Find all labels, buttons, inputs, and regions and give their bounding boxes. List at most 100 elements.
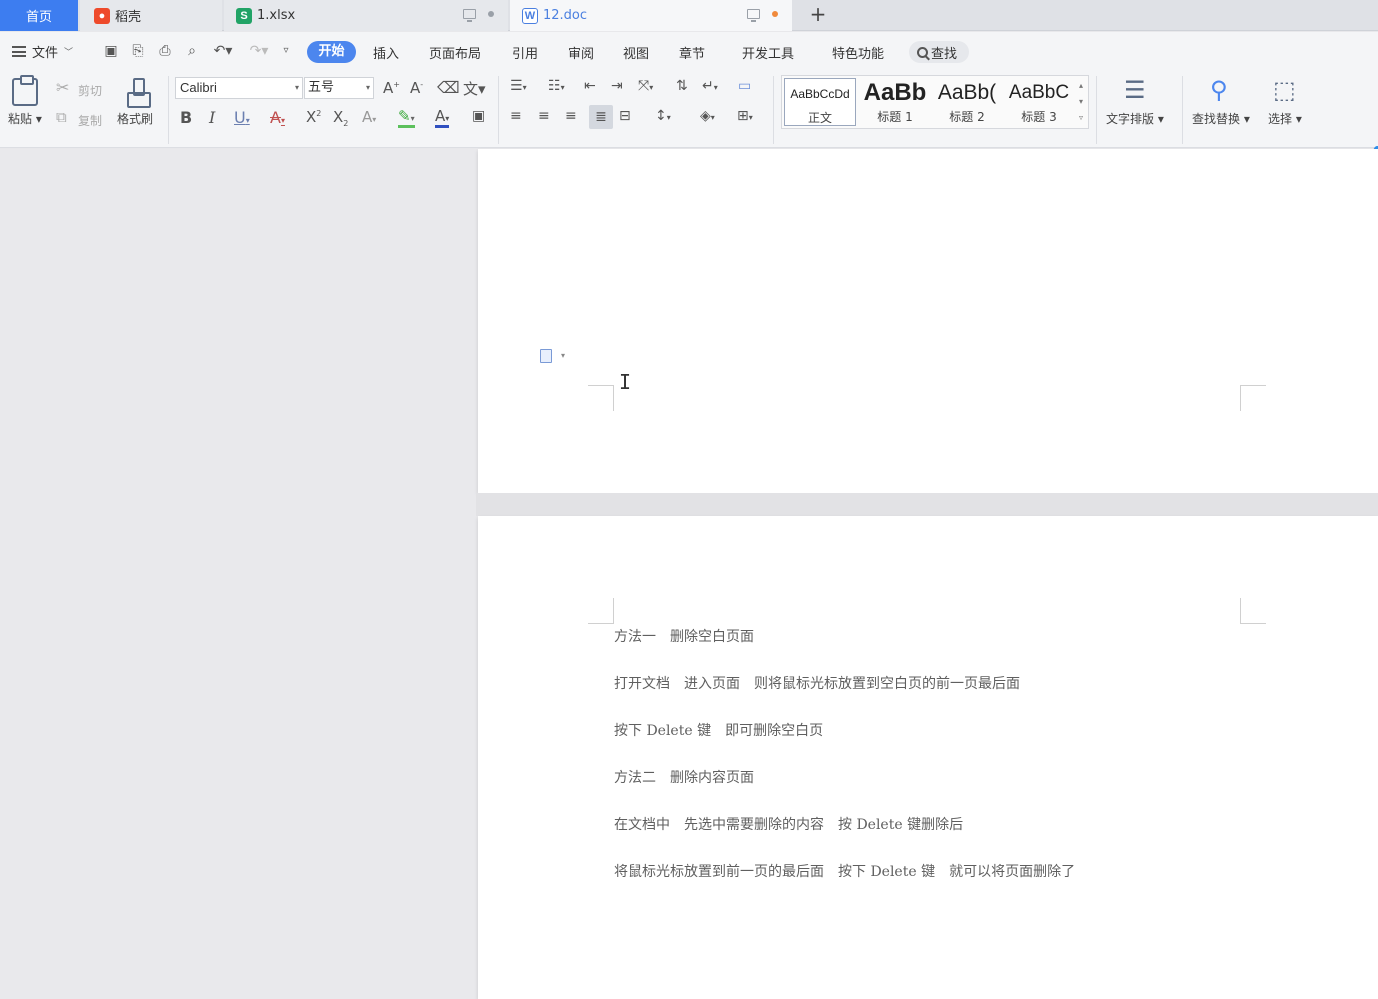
- navigation-pane: [0, 149, 476, 999]
- clear-format-icon[interactable]: ⌫: [437, 78, 460, 97]
- text-layout-icon[interactable]: ☰: [1124, 76, 1146, 104]
- divider: [168, 76, 169, 144]
- tab-special-features[interactable]: 特色功能: [832, 43, 884, 62]
- grow-font-icon[interactable]: A+: [383, 79, 400, 97]
- paragraph-layout-icon[interactable]: [540, 349, 552, 363]
- tab-spreadsheet[interactable]: S 1.xlsx: [224, 0, 508, 31]
- format-painter-icon[interactable]: [127, 78, 151, 108]
- shading-icon[interactable]: ◈▾: [700, 108, 715, 124]
- unsaved-dot-icon[interactable]: [772, 11, 778, 17]
- document-paragraph[interactable]: 方法一 删除空白页面: [614, 626, 754, 646]
- char-border-icon[interactable]: ▣: [472, 108, 485, 124]
- style-heading-1[interactable]: AaBb 标题 1: [860, 78, 930, 126]
- paste-button[interactable]: 粘贴 ▾: [8, 110, 42, 127]
- bold-icon[interactable]: B: [180, 108, 192, 127]
- underline-icon[interactable]: U▾: [234, 108, 250, 127]
- cut-icon[interactable]: ✂: [56, 78, 69, 97]
- select-button[interactable]: 选择 ▾: [1268, 110, 1302, 127]
- paragraph-marks-icon[interactable]: ↵▾: [702, 78, 718, 94]
- tab-status-dot-icon[interactable]: [488, 11, 494, 17]
- margin-corner-mark: [1240, 385, 1266, 411]
- text-layout-button[interactable]: 文字排版 ▾: [1106, 110, 1164, 127]
- distributed-icon[interactable]: ⊟: [619, 108, 631, 124]
- search-button[interactable]: 查找: [909, 41, 969, 63]
- style-normal[interactable]: AaBbCcDd 正文: [784, 78, 856, 126]
- document-paragraph[interactable]: 打开文档 进入页面 则将鼠标光标放置到空白页的前一页最后面: [614, 673, 1020, 693]
- customize-toolbar-icon[interactable]: ▿: [278, 43, 294, 59]
- tab-page-layout[interactable]: 页面布局: [429, 43, 481, 62]
- tab-chapter[interactable]: 章节: [679, 43, 705, 62]
- strikethrough-icon[interactable]: A▾: [270, 108, 285, 127]
- text-effect-icon[interactable]: A▾: [362, 108, 376, 126]
- find-replace-icon[interactable]: ⚲: [1210, 76, 1228, 104]
- chinese-layout-icon[interactable]: ⤧▾: [638, 78, 653, 94]
- bullet-list-icon[interactable]: ☰▾: [510, 78, 527, 94]
- format-painter-button[interactable]: 格式刷: [117, 110, 153, 127]
- cut-button[interactable]: 剪切: [78, 82, 102, 99]
- numbered-list-icon[interactable]: ☷▾: [548, 78, 565, 94]
- style-heading-2[interactable]: AaBb( 标题 2: [932, 78, 1002, 126]
- select-icon[interactable]: ⬚: [1273, 76, 1296, 104]
- search-label: 查找: [931, 46, 958, 62]
- style-normal-label: 正文: [807, 111, 832, 125]
- tab-developer[interactable]: 开发工具: [742, 43, 794, 62]
- document-page[interactable]: ▾ I: [478, 149, 1378, 493]
- italic-icon[interactable]: I: [209, 108, 215, 127]
- document-paragraph[interactable]: 在文档中 先选中需要删除的内容 按 Delete 键删除后: [614, 814, 963, 834]
- divider: [773, 76, 774, 144]
- tab-daoke[interactable]: ● 稻壳: [80, 0, 222, 31]
- document-paragraph[interactable]: 按下 Delete 键 即可删除空白页: [614, 720, 823, 740]
- document-page[interactable]: 方法一 删除空白页面 打开文档 进入页面 则将鼠标光标放置到空白页的前一页最后面…: [478, 516, 1378, 999]
- export-pdf-icon[interactable]: ⎘: [130, 43, 146, 59]
- tab-insert[interactable]: 插入: [373, 43, 399, 62]
- document-paragraph[interactable]: 方法二 删除内容页面: [614, 767, 754, 787]
- undo-icon[interactable]: ↶▾: [212, 43, 234, 59]
- increase-indent-icon[interactable]: ⇥: [611, 78, 623, 94]
- find-replace-button[interactable]: 查找替换 ▾: [1192, 110, 1250, 127]
- document-paragraph[interactable]: 将鼠标光标放置到前一页的最后面 按下 Delete 键 就可以将页面删除了: [614, 861, 1075, 881]
- page-gap: [476, 493, 1378, 516]
- save-icon[interactable]: ▣: [103, 43, 119, 59]
- tab-view[interactable]: 视图: [623, 43, 649, 62]
- file-menu-button[interactable]: 文件 ﹀: [12, 42, 73, 61]
- align-left-icon[interactable]: ≡: [510, 108, 522, 124]
- tab-home[interactable]: 首页: [0, 0, 78, 31]
- tab-daoke-label: 稻壳: [115, 10, 142, 25]
- superscript-icon[interactable]: X2: [306, 108, 321, 126]
- tab-start[interactable]: 开始: [307, 41, 356, 63]
- search-icon: [917, 46, 928, 58]
- highlight-icon[interactable]: ✎▾: [398, 107, 415, 128]
- tab-bar: 首页 ● 稻壳 S 1.xlsx W 12.doc +: [0, 0, 1378, 31]
- find-replace-label: 查找替换: [1192, 112, 1241, 126]
- align-right-icon[interactable]: ≡: [565, 108, 577, 124]
- tab-references[interactable]: 引用: [512, 43, 538, 62]
- redo-icon[interactable]: ↷▾: [248, 43, 270, 59]
- sort-icon[interactable]: ⇅: [676, 78, 688, 94]
- paste-icon[interactable]: [12, 75, 38, 106]
- print-preview-icon[interactable]: ⌕: [184, 43, 200, 59]
- tab-review[interactable]: 审阅: [568, 43, 594, 62]
- style-heading-3[interactable]: AaBbC 标题 3: [1004, 78, 1074, 126]
- phonetic-guide-icon[interactable]: 文▾: [463, 78, 486, 99]
- cloud-sync-icon[interactable]: [463, 9, 476, 22]
- tab-document[interactable]: W 12.doc: [510, 0, 792, 31]
- borders-icon[interactable]: ⊞▾: [737, 108, 753, 124]
- copy-button[interactable]: 复制: [78, 112, 102, 129]
- styles-scroll-icon[interactable]: ▴ ▾ ▿: [1076, 78, 1086, 126]
- print-icon[interactable]: ⎙: [157, 43, 173, 59]
- justify-icon[interactable]: ≣: [589, 105, 613, 129]
- spreadsheet-app-icon: S: [236, 7, 252, 24]
- decrease-indent-icon[interactable]: ⇤: [584, 78, 596, 94]
- dropdown-arrow-icon[interactable]: ▾: [561, 351, 565, 360]
- table-grid-icon[interactable]: ▭: [738, 78, 751, 94]
- cloud-sync-icon[interactable]: [747, 9, 760, 22]
- font-name-select[interactable]: Calibri ▾: [175, 77, 303, 99]
- subscript-icon[interactable]: X2: [333, 108, 348, 128]
- new-tab-button[interactable]: +: [806, 3, 830, 27]
- shrink-font-icon[interactable]: A-: [410, 79, 423, 97]
- align-center-icon[interactable]: ≡: [538, 108, 550, 124]
- line-spacing-icon[interactable]: ↕▾: [655, 108, 671, 124]
- copy-icon[interactable]: ⧉: [56, 108, 67, 126]
- font-color-icon[interactable]: A▾: [435, 107, 450, 128]
- font-size-select[interactable]: 五号 ▾: [304, 77, 374, 99]
